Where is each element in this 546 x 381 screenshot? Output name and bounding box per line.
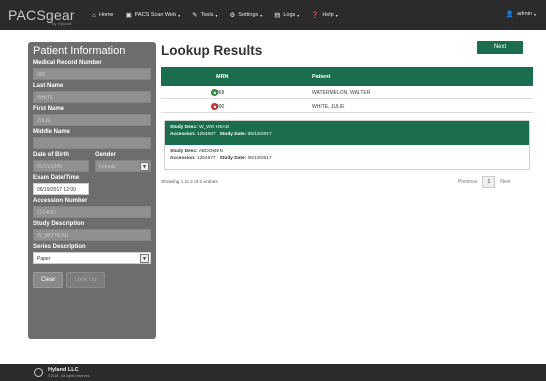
page-1-button[interactable]: 1 xyxy=(482,176,496,188)
clear-button[interactable]: Clear xyxy=(33,272,64,288)
hyland-logo-icon xyxy=(34,368,43,377)
study-date: 06/19/2017 xyxy=(247,132,272,137)
chevron-down-icon: ▾ xyxy=(297,12,300,18)
panel-title: Patient Information xyxy=(33,45,126,57)
dob-field[interactable]: 01/01/1945 xyxy=(33,160,89,172)
first-name-label: First Name xyxy=(33,106,65,112)
results-table-header: MRN Patient xyxy=(161,67,533,86)
next-page-button[interactable]: Next xyxy=(500,179,510,185)
middle-name-label: Middle Name xyxy=(33,129,71,135)
series-desc-select[interactable]: Paper ▼ xyxy=(33,252,151,264)
gender-label: Gender xyxy=(95,152,117,158)
chevron-down-icon: ▾ xyxy=(178,12,181,18)
page-title: Lookup Results xyxy=(161,43,263,58)
look-up-button[interactable]: Look Up xyxy=(66,272,105,288)
row-patient: WHITE, JULIE xyxy=(312,104,345,110)
study-list: Study Desc: W_WO HEAD Accession: 1264587… xyxy=(164,120,530,170)
study-desc-label: Study Description xyxy=(33,221,85,227)
study-desc-key: Study Desc: xyxy=(170,125,198,130)
pagination: Previous 1 Next xyxy=(458,176,511,188)
camera-icon: ▣ xyxy=(125,12,132,19)
chevron-down-icon: ▼ xyxy=(140,254,149,263)
study-desc: W_WO HEAD xyxy=(199,125,230,130)
dob-gender-row: Date of Birth 01/01/1945 Gender Female ▼ xyxy=(33,149,151,172)
help-icon: ❓ xyxy=(311,12,320,19)
study-desc-field[interactable]: W_WO HEAD xyxy=(33,229,151,241)
gender-select[interactable]: Female ▼ xyxy=(95,160,151,172)
previous-page-button[interactable]: Previous xyxy=(458,179,477,185)
user-name: admin xyxy=(517,11,532,17)
book-icon: ▤ xyxy=(274,12,281,19)
nav-logs[interactable]: ▤ Logs ▾ xyxy=(274,11,299,19)
row-mrn: 990 xyxy=(216,104,225,110)
wrench-icon: ✎ xyxy=(192,12,198,19)
brand-sub: by Hyland xyxy=(52,21,72,26)
table-row[interactable]: 990 WHITE, JULIE xyxy=(161,100,533,113)
gear-icon: ⚙ xyxy=(229,12,236,19)
nav-help-label: Help xyxy=(322,12,334,18)
column-patient[interactable]: Patient xyxy=(312,74,330,80)
series-desc-label: Series Description xyxy=(33,244,86,250)
row-patient: WATERMELON, WALTER xyxy=(312,90,371,96)
footer-company: Hyland LLC xyxy=(48,367,79,373)
nav-pacs-scan-web[interactable]: ▣ PACS Scan Web ▾ xyxy=(126,11,181,19)
chevron-down-icon: ▾ xyxy=(260,12,263,18)
accession-value: 1264587 xyxy=(196,132,216,137)
chevron-down-icon: ▾ xyxy=(335,12,338,18)
next-button[interactable]: Next xyxy=(477,41,523,54)
footer: Hyland LLC ©2018 - All rights reserved. xyxy=(0,364,546,381)
study-date: 06/19/2017 xyxy=(247,156,272,161)
chevron-down-icon: ▼ xyxy=(140,162,149,171)
last-name-field[interactable]: WHITE xyxy=(33,91,151,103)
middle-name-field[interactable] xyxy=(33,137,151,149)
accession-field[interactable]: 1264587 xyxy=(33,206,151,218)
chevron-down-icon: ▾ xyxy=(215,12,218,18)
gender-value: Female xyxy=(99,164,116,170)
user-icon: 👤 xyxy=(505,11,514,18)
table-row[interactable]: 968 WATERMELON, WALTER xyxy=(161,86,533,99)
study-item-selected[interactable]: Study Desc: W_WO HEAD Accession: 1264587… xyxy=(165,121,529,145)
nav-settings[interactable]: ⚙ Settings ▾ xyxy=(229,11,262,19)
exam-date-label: Exam Date/Time xyxy=(33,175,80,181)
nav-pacs-scan-web-label: PACS Scan Web xyxy=(134,12,177,18)
accession-key: Accession: xyxy=(170,132,196,137)
home-icon: ⌂ xyxy=(92,11,96,19)
chevron-down-icon: ▾ xyxy=(533,11,536,17)
footer-copyright: ©2018 - All rights reserved. xyxy=(48,374,91,378)
accession-value: 1264577 xyxy=(196,156,216,161)
accession-key: Accession: xyxy=(170,156,196,161)
nav-help[interactable]: ❓ Help ▾ xyxy=(311,11,337,19)
series-desc-value: Paper xyxy=(37,256,51,262)
nav-logs-label: Logs xyxy=(283,12,296,18)
dob-label: Date of Birth xyxy=(33,152,69,158)
study-desc-key: Study Desc: xyxy=(170,149,198,154)
form-buttons: Clear Look Up xyxy=(33,272,151,288)
nav-tools-label: Tools xyxy=(200,12,214,18)
entries-info: Showing 1 to 2 of 2 entries xyxy=(161,180,218,185)
brand-logo[interactable]: PACSgear by Hyland xyxy=(8,7,92,26)
patient-info-panel: Patient Information Medical Record Numbe… xyxy=(28,42,156,339)
column-mrn[interactable]: MRN xyxy=(216,74,229,80)
study-item[interactable]: Study Desc: ABDOMEN Accession: 1264577 S… xyxy=(165,145,529,169)
top-navbar: PACSgear by Hyland ⌂ Home ▣ PACS Scan We… xyxy=(0,0,546,30)
study-desc: ABDOMEN xyxy=(198,149,224,154)
exam-date-field[interactable]: 06/19/2017 12:00 xyxy=(33,183,89,195)
row-mrn: 968 xyxy=(216,90,225,96)
accession-label: Accession Number xyxy=(33,198,88,204)
last-name-label: Last Name xyxy=(33,83,64,89)
mrn-label: Medical Record Number xyxy=(33,60,102,66)
nav-tools[interactable]: ✎ Tools ▾ xyxy=(192,11,217,19)
main-nav: ⌂ Home ▣ PACS Scan Web ▾ ✎ Tools ▾ ⚙ Set… xyxy=(92,11,350,20)
user-menu[interactable]: 👤 admin ▾ xyxy=(506,10,536,18)
nav-settings-label: Settings xyxy=(238,12,259,18)
mrn-field[interactable]: 990 xyxy=(33,68,151,80)
nav-home-label: Home xyxy=(98,12,114,18)
nav-home[interactable]: ⌂ Home xyxy=(92,12,114,19)
study-date-key: Study Date: xyxy=(219,132,247,137)
study-date-key: Study Date: xyxy=(219,156,247,161)
first-name-field[interactable]: JULIE xyxy=(33,114,151,126)
